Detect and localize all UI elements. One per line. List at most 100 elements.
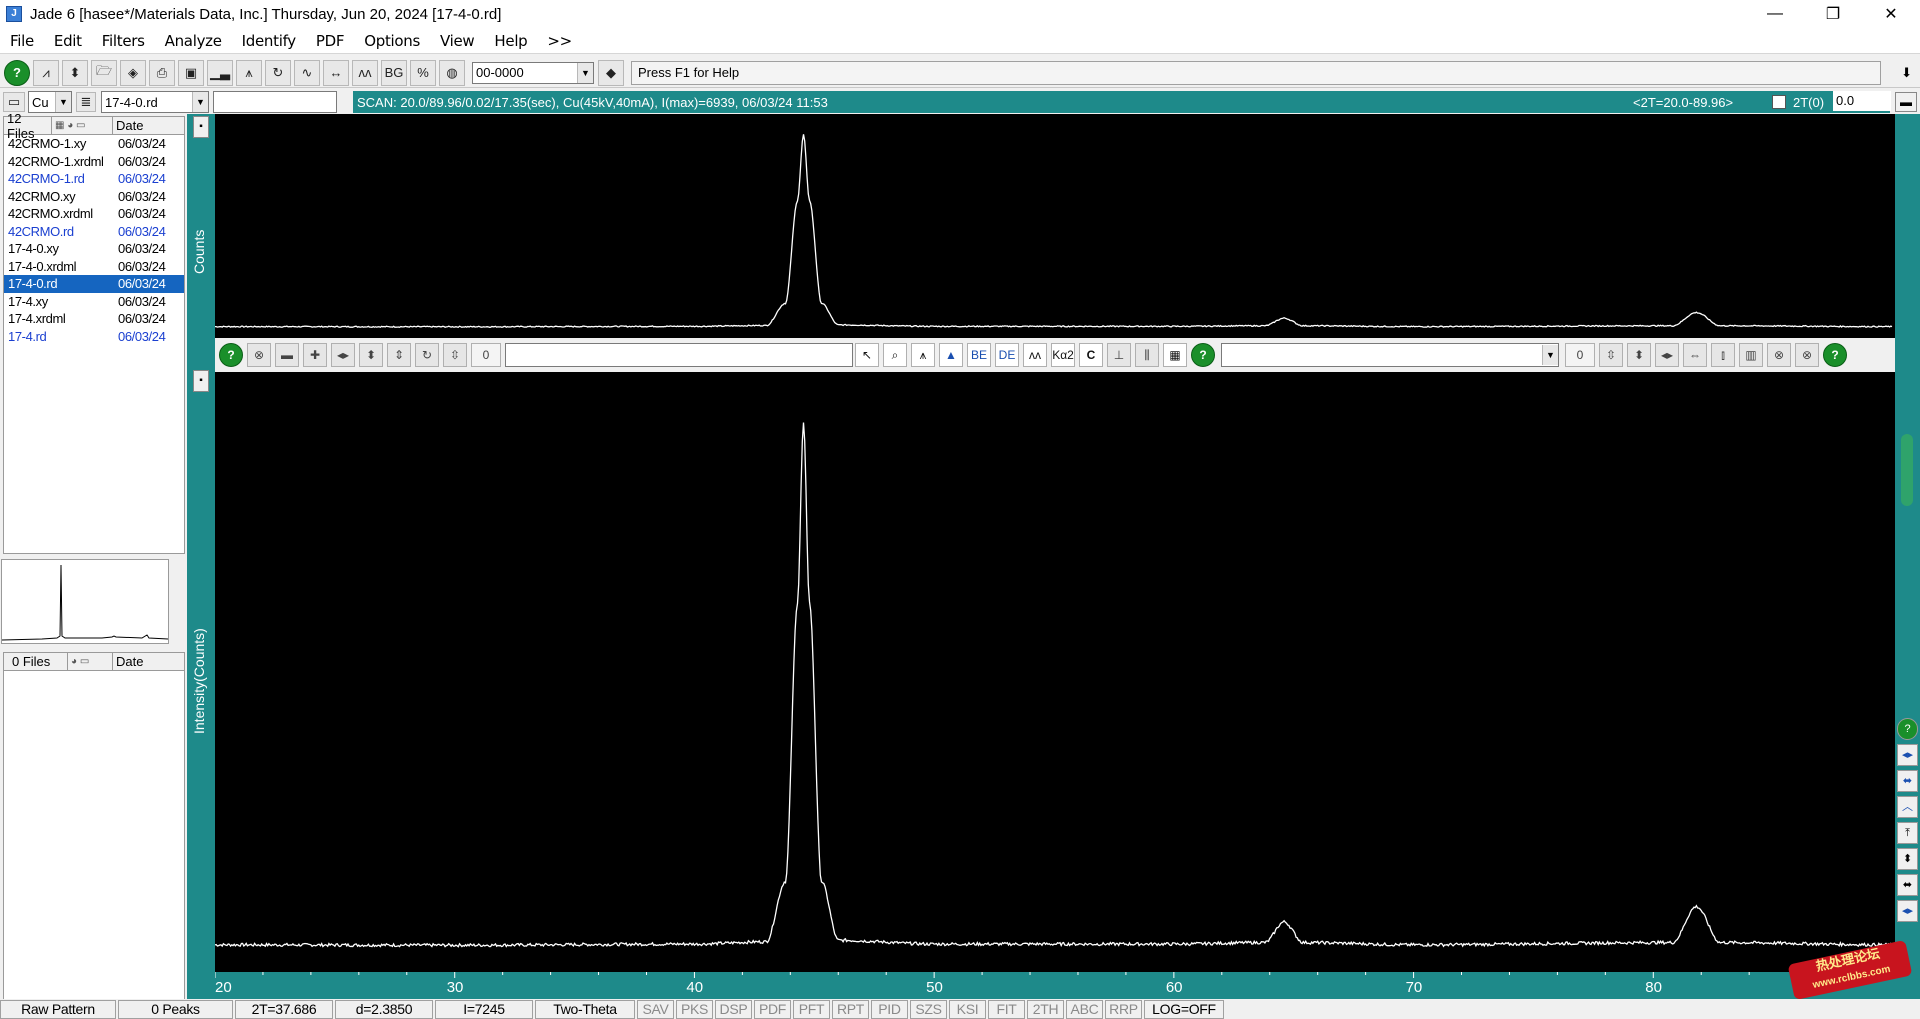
expand-v-icon[interactable]: ⬌	[1897, 770, 1918, 792]
status-flag-rpt[interactable]: RPT	[832, 999, 869, 1019]
file-list-item[interactable]: 42CRMO-1.xrdml 06/03/24	[4, 153, 184, 171]
grid-icon[interactable]: ▦	[1163, 343, 1187, 367]
help-icon[interactable]: ?	[219, 343, 243, 367]
status-flag-sav[interactable]: SAV	[637, 999, 674, 1019]
scroll-handle[interactable]	[1901, 434, 1913, 506]
plus-icon[interactable]: ✚	[303, 343, 327, 367]
fill-peaks-icon[interactable]: ▲	[939, 343, 963, 367]
minus-icon[interactable]: ▬	[275, 343, 299, 367]
status-flag-pid[interactable]: PID	[871, 999, 908, 1019]
menu-filters[interactable]: Filters	[92, 32, 155, 50]
pattern-thumbnail[interactable]	[1, 559, 169, 644]
peak-pick-icon[interactable]: ⩚	[911, 343, 935, 367]
minimize-button[interactable]: —	[1746, 0, 1804, 28]
file-combo[interactable]: 17-4-0.rd ▼	[101, 91, 209, 113]
panel-toggle-icon[interactable]: ▬	[1895, 92, 1917, 112]
restore-button[interactable]: ❐	[1804, 0, 1862, 28]
updown-icon[interactable]: ⬍	[62, 59, 88, 86]
status-flag-fit[interactable]: FIT	[988, 999, 1025, 1019]
shift-icon[interactable]: ⇔	[1683, 343, 1707, 367]
ruler-icon[interactable]: ⊥	[1107, 343, 1131, 367]
arrows-icon[interactable]: ⇳	[1599, 343, 1623, 367]
top-icon[interactable]: ⤒	[1897, 822, 1918, 844]
c-icon[interactable]: C	[1079, 343, 1103, 367]
zero-left-field[interactable]: 0	[471, 343, 501, 367]
collapse-top-button[interactable]: ▪	[193, 116, 209, 138]
help-icon[interactable]: ?	[1823, 343, 1847, 367]
expand-v-icon[interactable]: ⬍	[359, 343, 383, 367]
file-list[interactable]: 12 Files ▦ ◕ ▭ Date 42CRMO-1.xy 06/03/24 4…	[3, 111, 185, 554]
offset-checkbox[interactable]	[1772, 95, 1786, 109]
file-list-item[interactable]: 17-4-0.xrdml 06/03/24	[4, 258, 184, 276]
pointer-zoom-icon[interactable]: ↖	[855, 343, 879, 367]
plot-command-input[interactable]	[505, 343, 853, 367]
menu-analyze[interactable]: Analyze	[155, 32, 232, 50]
diamond-icon[interactable]: ◈	[120, 59, 146, 86]
file-list-item[interactable]: 17-4-0.rd 06/03/24	[4, 275, 184, 293]
globe-icon[interactable]: ◍	[439, 59, 465, 86]
menu-help[interactable]: Help	[484, 32, 537, 50]
print-icon[interactable]: ⎙	[149, 59, 175, 86]
refresh-icon[interactable]: ↻	[265, 59, 291, 86]
menu-more[interactable]: >>	[537, 32, 582, 50]
menu-identify[interactable]: Identify	[232, 32, 306, 50]
status-flag-2th[interactable]: 2TH	[1027, 999, 1064, 1019]
status-flag-abc[interactable]: ABC	[1066, 999, 1103, 1019]
save-icon[interactable]: ▣	[178, 59, 204, 86]
secondary-file-list[interactable]: 0 Files ◕ ▭ Date	[3, 652, 185, 1019]
secondary-date-header[interactable]: Date	[113, 653, 184, 670]
blank-input[interactable]	[213, 91, 337, 113]
chevron-down-icon[interactable]: ▼	[192, 92, 208, 112]
expand-h-icon[interactable]: ◂▸	[331, 343, 355, 367]
file-list-item[interactable]: 17-4-0.xy 06/03/24	[4, 240, 184, 258]
overview-plot[interactable]	[215, 114, 1895, 338]
file-list-item[interactable]: 42CRMO-1.xy 06/03/24	[4, 135, 184, 153]
file-list-item[interactable]: 17-4.xrdml 06/03/24	[4, 310, 184, 328]
collapse-main-button[interactable]: ▪	[193, 370, 209, 392]
shrink-v-icon[interactable]: ⇕	[387, 343, 411, 367]
menu-file[interactable]: File	[0, 32, 44, 50]
list-icon[interactable]: ≣	[76, 92, 96, 112]
expand-v-icon[interactable]: ⬍	[1627, 343, 1651, 367]
status-flag-rrp[interactable]: RRP	[1105, 999, 1142, 1019]
file-list-item[interactable]: 17-4.xy 06/03/24	[4, 293, 184, 311]
phase-combo[interactable]: ▼	[1221, 343, 1559, 367]
bars-icon[interactable]: ▥	[1739, 343, 1763, 367]
chevron-down-icon[interactable]: ▼	[577, 62, 593, 83]
sticks-icon[interactable]: ⫾	[1711, 343, 1735, 367]
peaks-icon[interactable]: ʌʌ	[352, 59, 378, 86]
bars-icon[interactable]: ⫼	[1135, 343, 1159, 367]
background-icon[interactable]: BG	[381, 59, 407, 86]
axis-mode-status[interactable]: Two-Theta	[535, 999, 635, 1019]
magnifier-icon[interactable]: ⌕	[883, 343, 907, 367]
step-icon[interactable]: ◂▸	[1897, 900, 1918, 922]
help-icon[interactable]: ?	[1191, 343, 1215, 367]
de-icon[interactable]: DE	[995, 343, 1019, 367]
status-flag-ksi[interactable]: KSI	[949, 999, 986, 1019]
peak-icon[interactable]: ⩚	[236, 59, 262, 86]
help-icon[interactable]: ?	[4, 59, 30, 86]
ka2-icon[interactable]: Kα2	[1051, 343, 1075, 367]
log-status[interactable]: LOG=OFF	[1144, 999, 1224, 1019]
header-icons[interactable]: ▦ ◕ ▭	[52, 117, 113, 134]
open-folder-icon[interactable]: 🗁	[91, 59, 117, 86]
status-flag-pdf[interactable]: PDF	[754, 999, 791, 1019]
offset-input[interactable]: 0.0	[1833, 91, 1891, 111]
file-list-item[interactable]: 42CRMO.xy 06/03/24	[4, 188, 184, 206]
file-list-item[interactable]: 42CRMO.xrdml 06/03/24	[4, 205, 184, 223]
expand-h-icon[interactable]: ◂▸	[1655, 343, 1679, 367]
status-flag-pft[interactable]: PFT	[793, 999, 830, 1019]
pin-icon[interactable]: ⬇	[1901, 65, 1912, 81]
menu-edit[interactable]: Edit	[44, 32, 92, 50]
chevron-down-icon[interactable]: ▼	[1542, 345, 1558, 365]
status-flag-szs[interactable]: SZS	[910, 999, 947, 1019]
zero-right-field[interactable]: 0	[1565, 343, 1595, 367]
pdf-number-combo[interactable]: 00-0000 ▼	[472, 61, 594, 84]
header-icons[interactable]: ◕ ▭	[68, 653, 113, 670]
refresh-icon[interactable]: ↻	[415, 343, 439, 367]
help-icon[interactable]: ?	[1897, 718, 1918, 740]
date-header[interactable]: Date	[113, 117, 184, 134]
file-list-item[interactable]: 42CRMO.rd 06/03/24	[4, 223, 184, 241]
filter-icon[interactable]: ⩘	[33, 59, 59, 86]
status-flag-pks[interactable]: PKS	[676, 999, 713, 1019]
